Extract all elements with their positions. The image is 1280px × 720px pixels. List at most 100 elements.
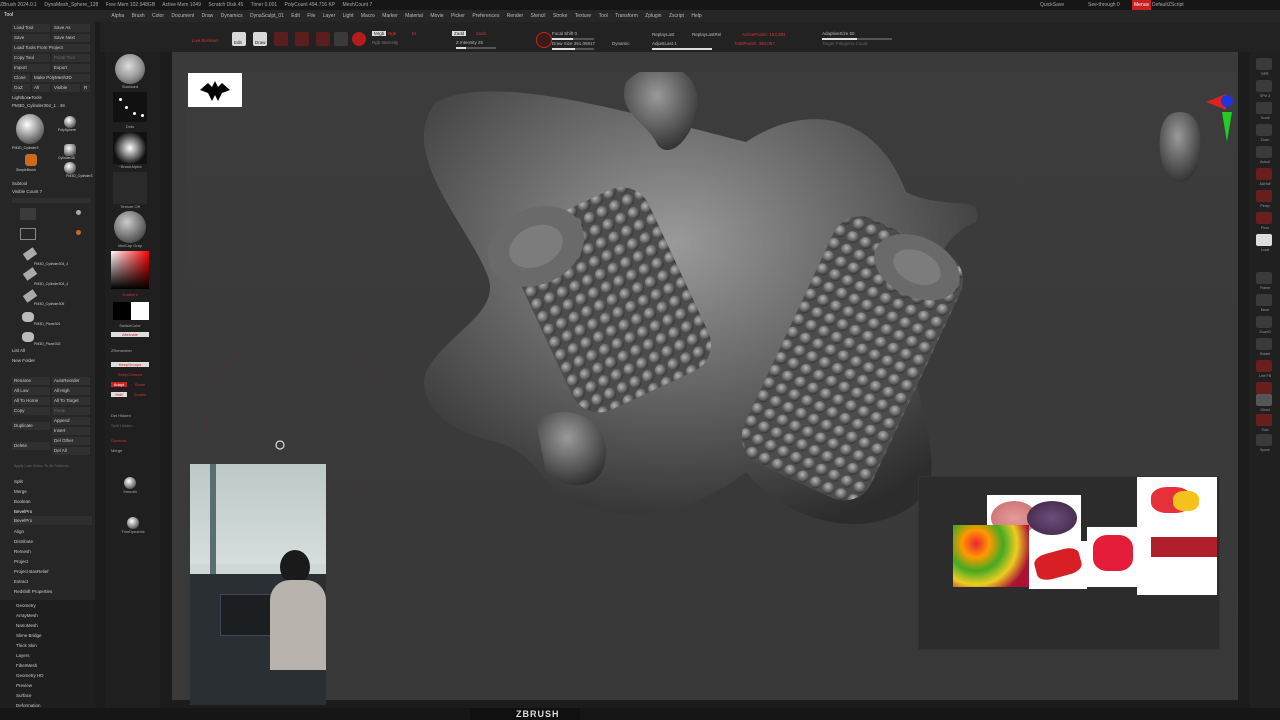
auto-reorder-button[interactable]: AutoReorder [52, 377, 90, 385]
subtool-thumb-icon[interactable] [20, 208, 36, 220]
all-to-home-button[interactable]: All To Home [12, 397, 50, 405]
menus-button[interactable]: Menus [1132, 0, 1152, 10]
new-folder-button[interactable]: New Folder [12, 357, 35, 365]
mrgb-button[interactable]: Mrgb [372, 31, 387, 36]
subtool-item[interactable]: PM3D_Cylinder304_4 [34, 280, 68, 288]
menu-document[interactable]: Document [171, 10, 194, 22]
simplebrush-icon[interactable] [25, 154, 37, 166]
gradient-label[interactable]: Gradient [105, 292, 155, 297]
project-section[interactable]: Project [14, 558, 28, 566]
redshift-properties-section[interactable]: Redshift Properties [14, 588, 52, 596]
menu-alpha[interactable]: Alpha [111, 10, 124, 22]
local-button[interactable] [1256, 234, 1272, 246]
clone-button[interactable]: Clone [12, 74, 30, 82]
gear-icon[interactable] [76, 210, 81, 215]
zoom-button[interactable] [1256, 124, 1272, 136]
boolean-section[interactable]: Boolean [14, 498, 31, 506]
transp-button[interactable] [1256, 382, 1272, 394]
menu-picker[interactable]: Picker [451, 10, 465, 22]
standard-brush-icon[interactable] [115, 54, 145, 84]
del-other-button[interactable]: Del Other [52, 437, 90, 445]
spix-button[interactable] [1256, 80, 1272, 92]
keep-creases-button[interactable]: KeepCreases [111, 372, 149, 377]
rgb-button[interactable]: Rgb [388, 31, 396, 36]
menu-brush[interactable]: Brush [132, 10, 145, 22]
menu-file[interactable]: File [307, 10, 315, 22]
texture-off-icon[interactable] [113, 172, 147, 204]
visible-count-slider[interactable]: Visible Count 7 [12, 188, 42, 196]
align-section[interactable]: Align [14, 528, 24, 536]
menu-texture[interactable]: Texture [575, 10, 591, 22]
project-basrelief-section[interactable]: Project BasRelief [14, 568, 49, 576]
frame-button[interactable] [1256, 272, 1272, 284]
menu-preferences[interactable]: Preferences [472, 10, 499, 22]
line-fill-button[interactable] [1256, 360, 1272, 372]
split-section[interactable]: Split [14, 478, 23, 486]
alternate-button[interactable]: Alternate [111, 332, 149, 337]
menu-arraymesh[interactable]: ArrayMesh [16, 612, 38, 620]
menu-macro[interactable]: Macro [361, 10, 375, 22]
subtool-list-toolbar[interactable] [12, 198, 90, 203]
same-button[interactable]: Same [131, 382, 149, 387]
half-button[interactable]: Half [111, 392, 127, 397]
menu-help[interactable]: Help [691, 10, 701, 22]
menu-dynasculpt[interactable]: DynaSculpt_01 [250, 10, 284, 22]
insert-button[interactable]: Insert [52, 427, 90, 435]
zremesher-button[interactable]: ZRemesher [111, 348, 149, 353]
menu-dynamics[interactable]: Dynamics [221, 10, 243, 22]
mode-m-button[interactable]: M [412, 31, 416, 36]
subtool-item[interactable]: PM3D_Plane302 [34, 340, 60, 348]
dynamic-button[interactable]: Dynamic [111, 438, 149, 443]
aahalf-button[interactable] [1256, 168, 1272, 180]
all-to-target-button[interactable]: All To Target [52, 397, 90, 405]
zoom3d-button[interactable] [1256, 316, 1272, 328]
double-button[interactable]: Double [131, 392, 149, 397]
menu-geometry[interactable]: Geometry [16, 602, 36, 610]
save-next-button[interactable]: Save Next [52, 34, 90, 42]
edit-button[interactable]: Edit [232, 32, 246, 46]
paste-button[interactable]: Paste [52, 407, 90, 415]
bevelpro-button[interactable]: BevelPro [14, 517, 32, 525]
r-button[interactable]: R [82, 84, 90, 92]
delete-button[interactable]: Delete [12, 442, 50, 450]
menu-light[interactable]: Light [343, 10, 354, 22]
focal-shift-slider[interactable]: Focal Shift 0 [552, 31, 577, 36]
move-button[interactable] [274, 32, 288, 46]
menu-layers[interactable]: Layers [16, 652, 30, 660]
secondary-color-swatch[interactable] [113, 302, 131, 320]
all-high-button[interactable]: All High [52, 387, 90, 395]
extract-section[interactable]: Extract [14, 578, 28, 586]
bpr-render-button[interactable] [1256, 58, 1272, 70]
menu-layer[interactable]: Layer [323, 10, 336, 22]
zsub-button[interactable]: Zsub [476, 31, 486, 36]
remesh-section[interactable]: Remesh [14, 548, 31, 556]
reference-image-red-gummies[interactable] [1087, 527, 1141, 587]
folder-icon[interactable] [20, 228, 36, 240]
subtool-item[interactable]: PM3D_Plane301 [34, 320, 60, 328]
distribute-section[interactable]: Distribute [14, 538, 33, 546]
subtool-thumb-icon[interactable] [22, 267, 38, 281]
list-all-button[interactable]: List All [12, 347, 25, 355]
bevelpro-section[interactable]: BevelPro [14, 508, 32, 516]
menu-thick-skin[interactable]: Thick Skin [16, 642, 37, 650]
menu-draw[interactable]: Draw [202, 10, 214, 22]
export-button[interactable]: Export [52, 64, 90, 72]
copy-button[interactable]: Copy [12, 407, 50, 415]
subtool-thumb-icon[interactable] [22, 247, 38, 261]
menu-zscript[interactable]: Zscript [669, 10, 684, 22]
switch-color-button[interactable]: SwitchColor [105, 323, 155, 328]
current-tool-slider[interactable]: PM3D_Cylinder304_1 . 48 [12, 102, 65, 110]
main-color-swatch[interactable] [131, 302, 149, 320]
actual-button[interactable] [1256, 146, 1272, 158]
rgb-intensity-slider[interactable]: Rgb Intensity [372, 40, 398, 45]
subtool-item[interactable]: PM3D_Cylinder305 [34, 300, 64, 308]
gear-icon[interactable] [76, 230, 81, 235]
reference-image-twists[interactable] [1029, 541, 1087, 589]
menu-preview[interactable]: Preview [16, 682, 32, 690]
see-through-slider[interactable]: See-through 0 [1088, 0, 1120, 10]
menu-tool[interactable]: Tool [599, 10, 608, 22]
rename-button[interactable]: Rename [12, 377, 50, 385]
quicksave-button[interactable]: QuickSave [1040, 0, 1064, 10]
persp-button[interactable] [1256, 190, 1272, 202]
draw-size-slider[interactable]: Draw Size 351.05917 [552, 41, 595, 46]
